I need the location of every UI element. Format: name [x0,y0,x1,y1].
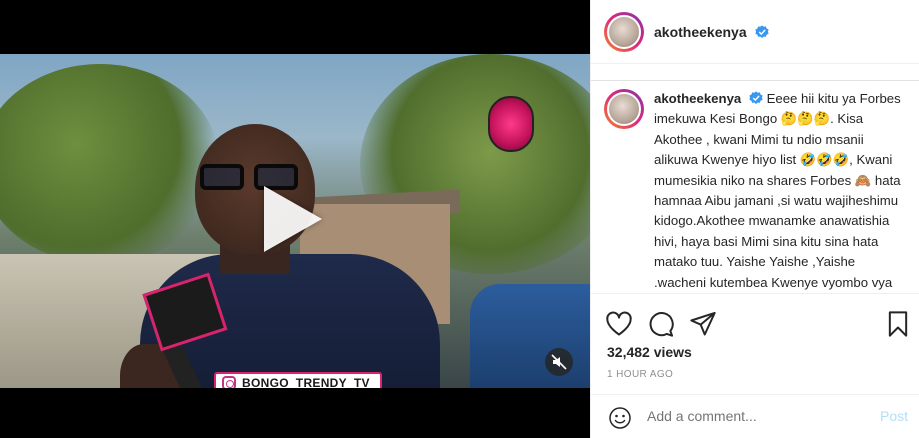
comment-bar: Post [591,394,919,438]
username-link[interactable]: akotheekenya [654,24,769,40]
heart-icon[interactable] [605,310,633,338]
instagram-icon [222,376,236,388]
share-icon[interactable] [689,310,717,338]
post-media[interactable]: BONGO_TRENDY_TV [0,0,590,438]
avatar-story-ring[interactable] [604,11,644,52]
scene-car [470,284,590,388]
post-comment-button[interactable]: Post [880,408,908,424]
play-icon[interactable] [264,186,322,252]
action-bar [591,304,919,344]
avatar[interactable] [607,14,641,49]
caption-scroll-area[interactable]: akotheekenya Eeee hii kitu ya Forbes ime… [591,80,919,294]
post-sidebar: akotheekenya akotheekenya Eeee hii kitu … [590,0,919,438]
avatar-story-ring[interactable] [604,89,644,129]
caption-username[interactable]: akotheekenya [654,91,767,106]
caption: akotheekenya Eeee hii kitu ya Forbes ime… [591,81,919,293]
watermark-text: BONGO_TRENDY_TV [242,376,370,388]
caption-username-text[interactable]: akotheekenya [654,91,741,106]
post-header: akotheekenya [591,0,919,64]
username-text[interactable]: akotheekenya [654,24,747,40]
bookmark-icon[interactable] [884,310,912,338]
post-timestamp[interactable]: 1 HOUR AGO [607,369,673,380]
emoji-icon[interactable] [608,406,632,430]
instagram-post: BONGO_TRENDY_TV akotheekenya akotheekeny… [0,0,919,438]
verified-badge-icon [754,24,769,38]
view-count[interactable]: 32,482 views [607,344,692,360]
comment-icon[interactable] [647,310,675,338]
channel-watermark: BONGO_TRENDY_TV [214,372,382,388]
comment-input[interactable] [647,408,847,424]
channel-logo [488,96,534,152]
scene-tree [0,64,220,264]
caption-body: Eeee hii kitu ya Forbes imekuwa Kesi Bon… [654,91,901,290]
verified-badge-icon [749,91,763,104]
speaker-muted-icon[interactable] [545,348,573,376]
avatar[interactable] [607,92,641,126]
caption-text: akotheekenya Eeee hii kitu ya Forbes ime… [654,89,910,293]
